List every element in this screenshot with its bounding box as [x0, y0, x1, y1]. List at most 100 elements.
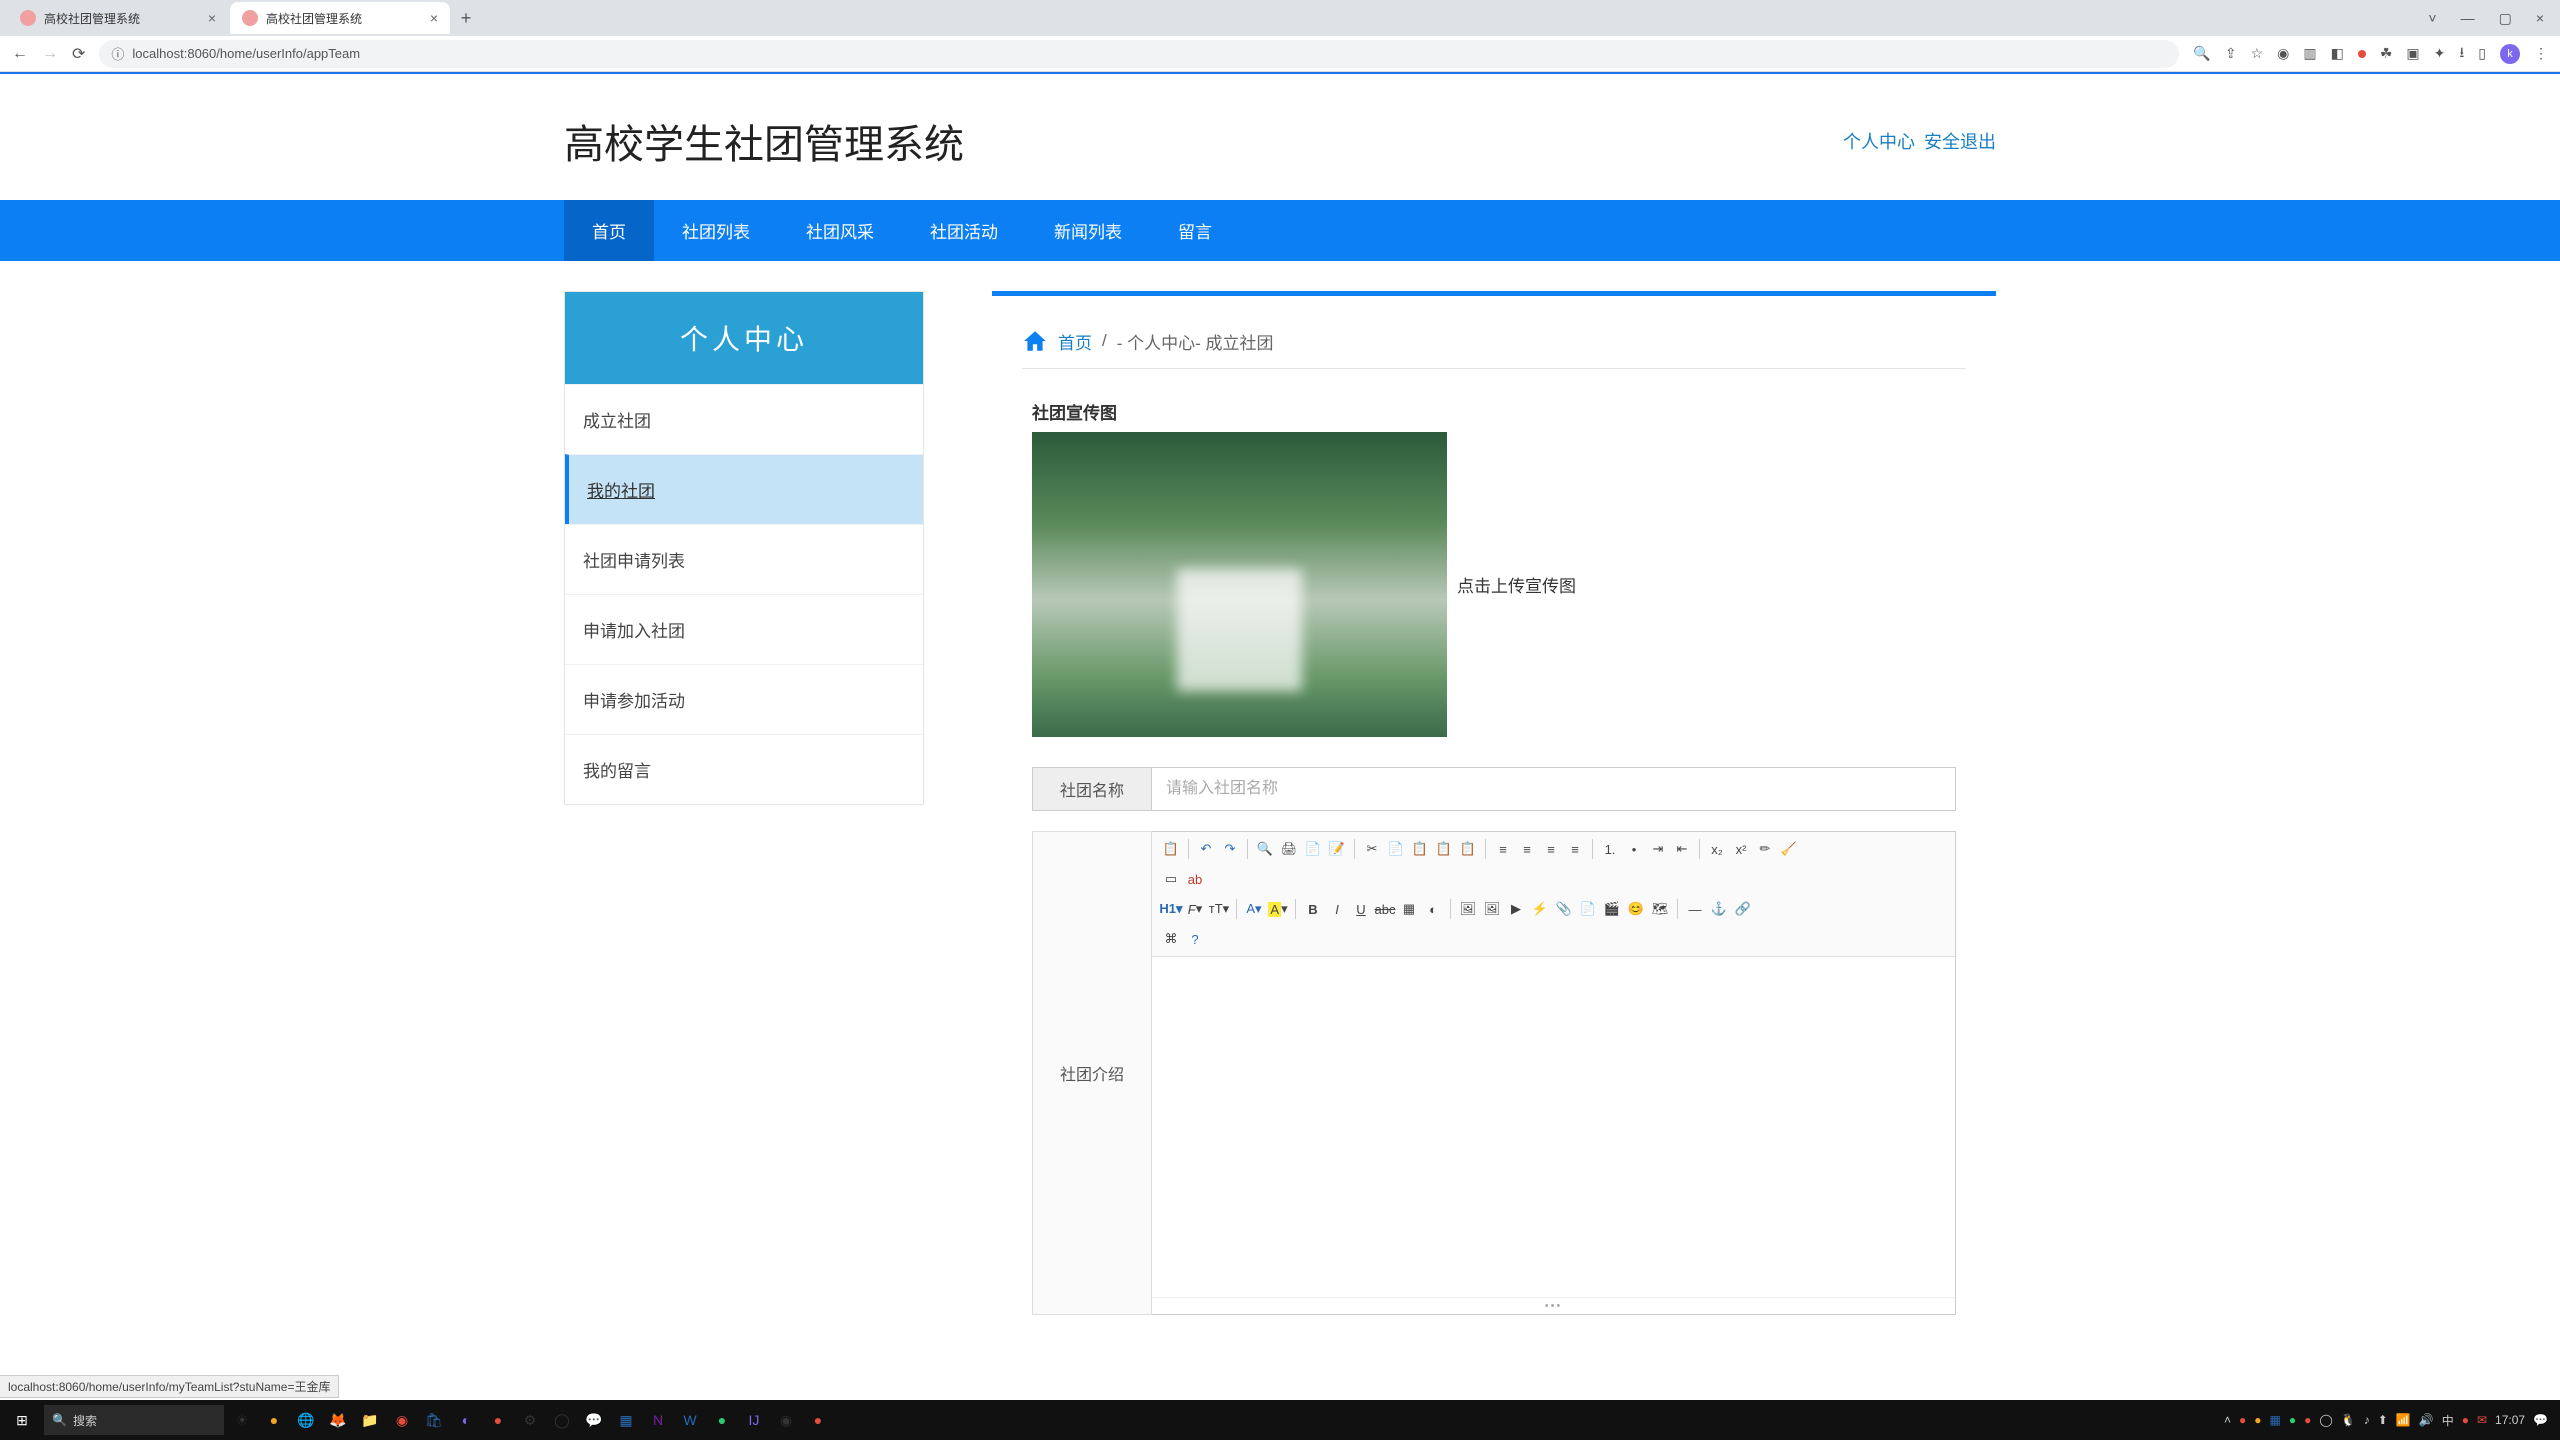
nav-message[interactable]: 留言: [1150, 200, 1240, 261]
adblock-icon[interactable]: [2358, 50, 2366, 58]
align-center-icon[interactable]: ≡: [1516, 838, 1538, 860]
paste-word-icon[interactable]: 📋: [1433, 838, 1455, 860]
nav-club-list[interactable]: 社团列表: [654, 200, 778, 261]
taskbar-app[interactable]: ●: [484, 1406, 512, 1434]
tray-icon[interactable]: ✉: [2477, 1413, 2487, 1427]
undo-icon[interactable]: ↶: [1195, 838, 1217, 860]
close-icon[interactable]: ×: [208, 10, 216, 26]
profile-avatar[interactable]: k: [2500, 44, 2520, 64]
firefox-icon[interactable]: 🦊: [324, 1406, 352, 1434]
template-icon[interactable]: 📄: [1302, 838, 1324, 860]
maximize-icon[interactable]: ▢: [2499, 10, 2512, 27]
menu-icon[interactable]: ⋮: [2534, 45, 2548, 62]
video-icon[interactable]: ▶: [1505, 898, 1527, 920]
paste-text-icon[interactable]: 📋: [1457, 838, 1479, 860]
taskbar-app[interactable]: ◯: [548, 1406, 576, 1434]
paste-plain-icon[interactable]: 📋: [1409, 838, 1431, 860]
wechat-icon[interactable]: ●: [708, 1406, 736, 1434]
zoom-icon[interactable]: 🔍: [2193, 45, 2210, 62]
cut-icon[interactable]: ✂: [1361, 838, 1383, 860]
taskbar-app[interactable]: ●: [804, 1406, 832, 1434]
share-icon[interactable]: ⇪: [2225, 45, 2237, 62]
strikethrough-icon[interactable]: abc: [1374, 898, 1396, 920]
sidebar-item-apply-join[interactable]: 申请加入社团: [565, 594, 923, 664]
nav-home[interactable]: 首页: [564, 200, 654, 261]
nav-news-list[interactable]: 新闻列表: [1026, 200, 1150, 261]
camera-icon[interactable]: ◉: [2277, 45, 2289, 62]
ordered-list-icon[interactable]: 1.: [1599, 838, 1621, 860]
start-button[interactable]: ⊞: [4, 1402, 40, 1438]
download-icon[interactable]: ⭳: [2459, 42, 2464, 66]
sidebar-item-my-club[interactable]: 我的社团: [565, 454, 923, 524]
sidebar-item-my-message[interactable]: 我的留言: [565, 734, 923, 804]
chevron-down-icon[interactable]: ˅: [2428, 10, 2436, 27]
underline-icon[interactable]: U: [1350, 898, 1372, 920]
new-tab-button[interactable]: +: [452, 8, 480, 29]
volume-icon[interactable]: 🔊: [2419, 1413, 2434, 1427]
store-icon[interactable]: 🛍: [420, 1406, 448, 1434]
multi-image-icon[interactable]: 🖼: [1481, 898, 1503, 920]
image-ext-icon[interactable]: ▥: [2303, 45, 2316, 62]
star-icon[interactable]: ☆: [2251, 45, 2264, 62]
club-name-input[interactable]: [1152, 767, 1956, 811]
unordered-list-icon[interactable]: •: [1623, 838, 1645, 860]
explorer-icon[interactable]: 📁: [356, 1406, 384, 1434]
emoji-icon[interactable]: 😊: [1625, 898, 1647, 920]
superscript-icon[interactable]: x²: [1730, 838, 1752, 860]
url-input[interactable]: ⓘ localhost:8060/home/userInfo/appTeam: [99, 40, 2179, 68]
leaf-icon[interactable]: ☘: [2380, 45, 2393, 62]
taskbar-search[interactable]: 🔍 搜索: [44, 1405, 224, 1435]
sidebar-item-apply-list[interactable]: 社团申请列表: [565, 524, 923, 594]
breadcrumb-home[interactable]: 首页: [1058, 329, 1092, 354]
table-icon[interactable]: ▦: [1398, 898, 1420, 920]
drafts-icon[interactable]: 📝: [1326, 838, 1348, 860]
tray-icon[interactable]: ●: [2239, 1413, 2246, 1427]
paste-icon[interactable]: 📋: [1160, 838, 1182, 860]
logout-link[interactable]: 安全退出: [1924, 132, 1996, 152]
bg-color-icon[interactable]: A▾: [1267, 898, 1289, 920]
taskbar-app[interactable]: ◐: [452, 1406, 480, 1434]
info-icon[interactable]: ⓘ: [111, 44, 124, 63]
tray-icon[interactable]: ●: [2254, 1413, 2261, 1427]
upload-hint[interactable]: 点击上传宣传图: [1457, 572, 1576, 597]
tray-icon[interactable]: 🐧: [2341, 1413, 2356, 1427]
panel-icon[interactable]: ▯: [2478, 45, 2486, 62]
upload-image-preview[interactable]: [1032, 432, 1447, 737]
nav-club-style[interactable]: 社团风采: [778, 200, 902, 261]
eraser-icon[interactable]: ◐: [1422, 898, 1444, 920]
tray-icon[interactable]: ▦: [2269, 1413, 2280, 1427]
onenote-icon[interactable]: N: [644, 1406, 672, 1434]
help-icon[interactable]: ?: [1184, 928, 1206, 950]
editor-resize-handle[interactable]: •••: [1152, 1297, 1955, 1314]
tray-icon[interactable]: ◯: [2319, 1413, 2332, 1427]
tray-icon[interactable]: ●: [2462, 1413, 2469, 1427]
puzzle-icon[interactable]: ✦: [2434, 45, 2446, 62]
code-icon[interactable]: ⌘: [1160, 928, 1182, 950]
preview-icon[interactable]: 🔍: [1254, 838, 1276, 860]
tray-icon[interactable]: ♪: [2364, 1413, 2370, 1427]
italic-icon[interactable]: I: [1326, 898, 1348, 920]
notifications-icon[interactable]: 💬: [2533, 1413, 2548, 1427]
reload-button[interactable]: ⟳: [72, 44, 85, 64]
map-icon[interactable]: 🗺: [1649, 898, 1671, 920]
taskbar-app[interactable]: ◉: [388, 1406, 416, 1434]
taskbar-app[interactable]: ●: [260, 1406, 288, 1434]
ime-icon[interactable]: 中: [2442, 1412, 2454, 1429]
close-window-icon[interactable]: ×: [2536, 10, 2544, 27]
browser-tab[interactable]: 高校社团管理系统 ×: [8, 2, 228, 34]
copy-icon[interactable]: 📄: [1385, 838, 1407, 860]
sidebar-item-apply-activity[interactable]: 申请参加活动: [565, 664, 923, 734]
profile-link[interactable]: 个人中心: [1843, 132, 1915, 152]
close-icon[interactable]: ×: [430, 10, 438, 26]
redo-icon[interactable]: ↷: [1219, 838, 1241, 860]
font-color-icon[interactable]: A▾: [1243, 898, 1265, 920]
indent-icon[interactable]: ⇥: [1647, 838, 1669, 860]
outdent-icon[interactable]: ⇤: [1671, 838, 1693, 860]
taskbar-app[interactable]: ▦: [612, 1406, 640, 1434]
clear-format-icon[interactable]: 🧹: [1778, 838, 1800, 860]
image-icon[interactable]: 🖼: [1457, 898, 1479, 920]
chat-icon[interactable]: 💬: [580, 1406, 608, 1434]
back-button[interactable]: ←: [12, 45, 28, 63]
chrome-icon[interactable]: 🌐: [292, 1406, 320, 1434]
editor-textarea[interactable]: [1152, 957, 1955, 1297]
